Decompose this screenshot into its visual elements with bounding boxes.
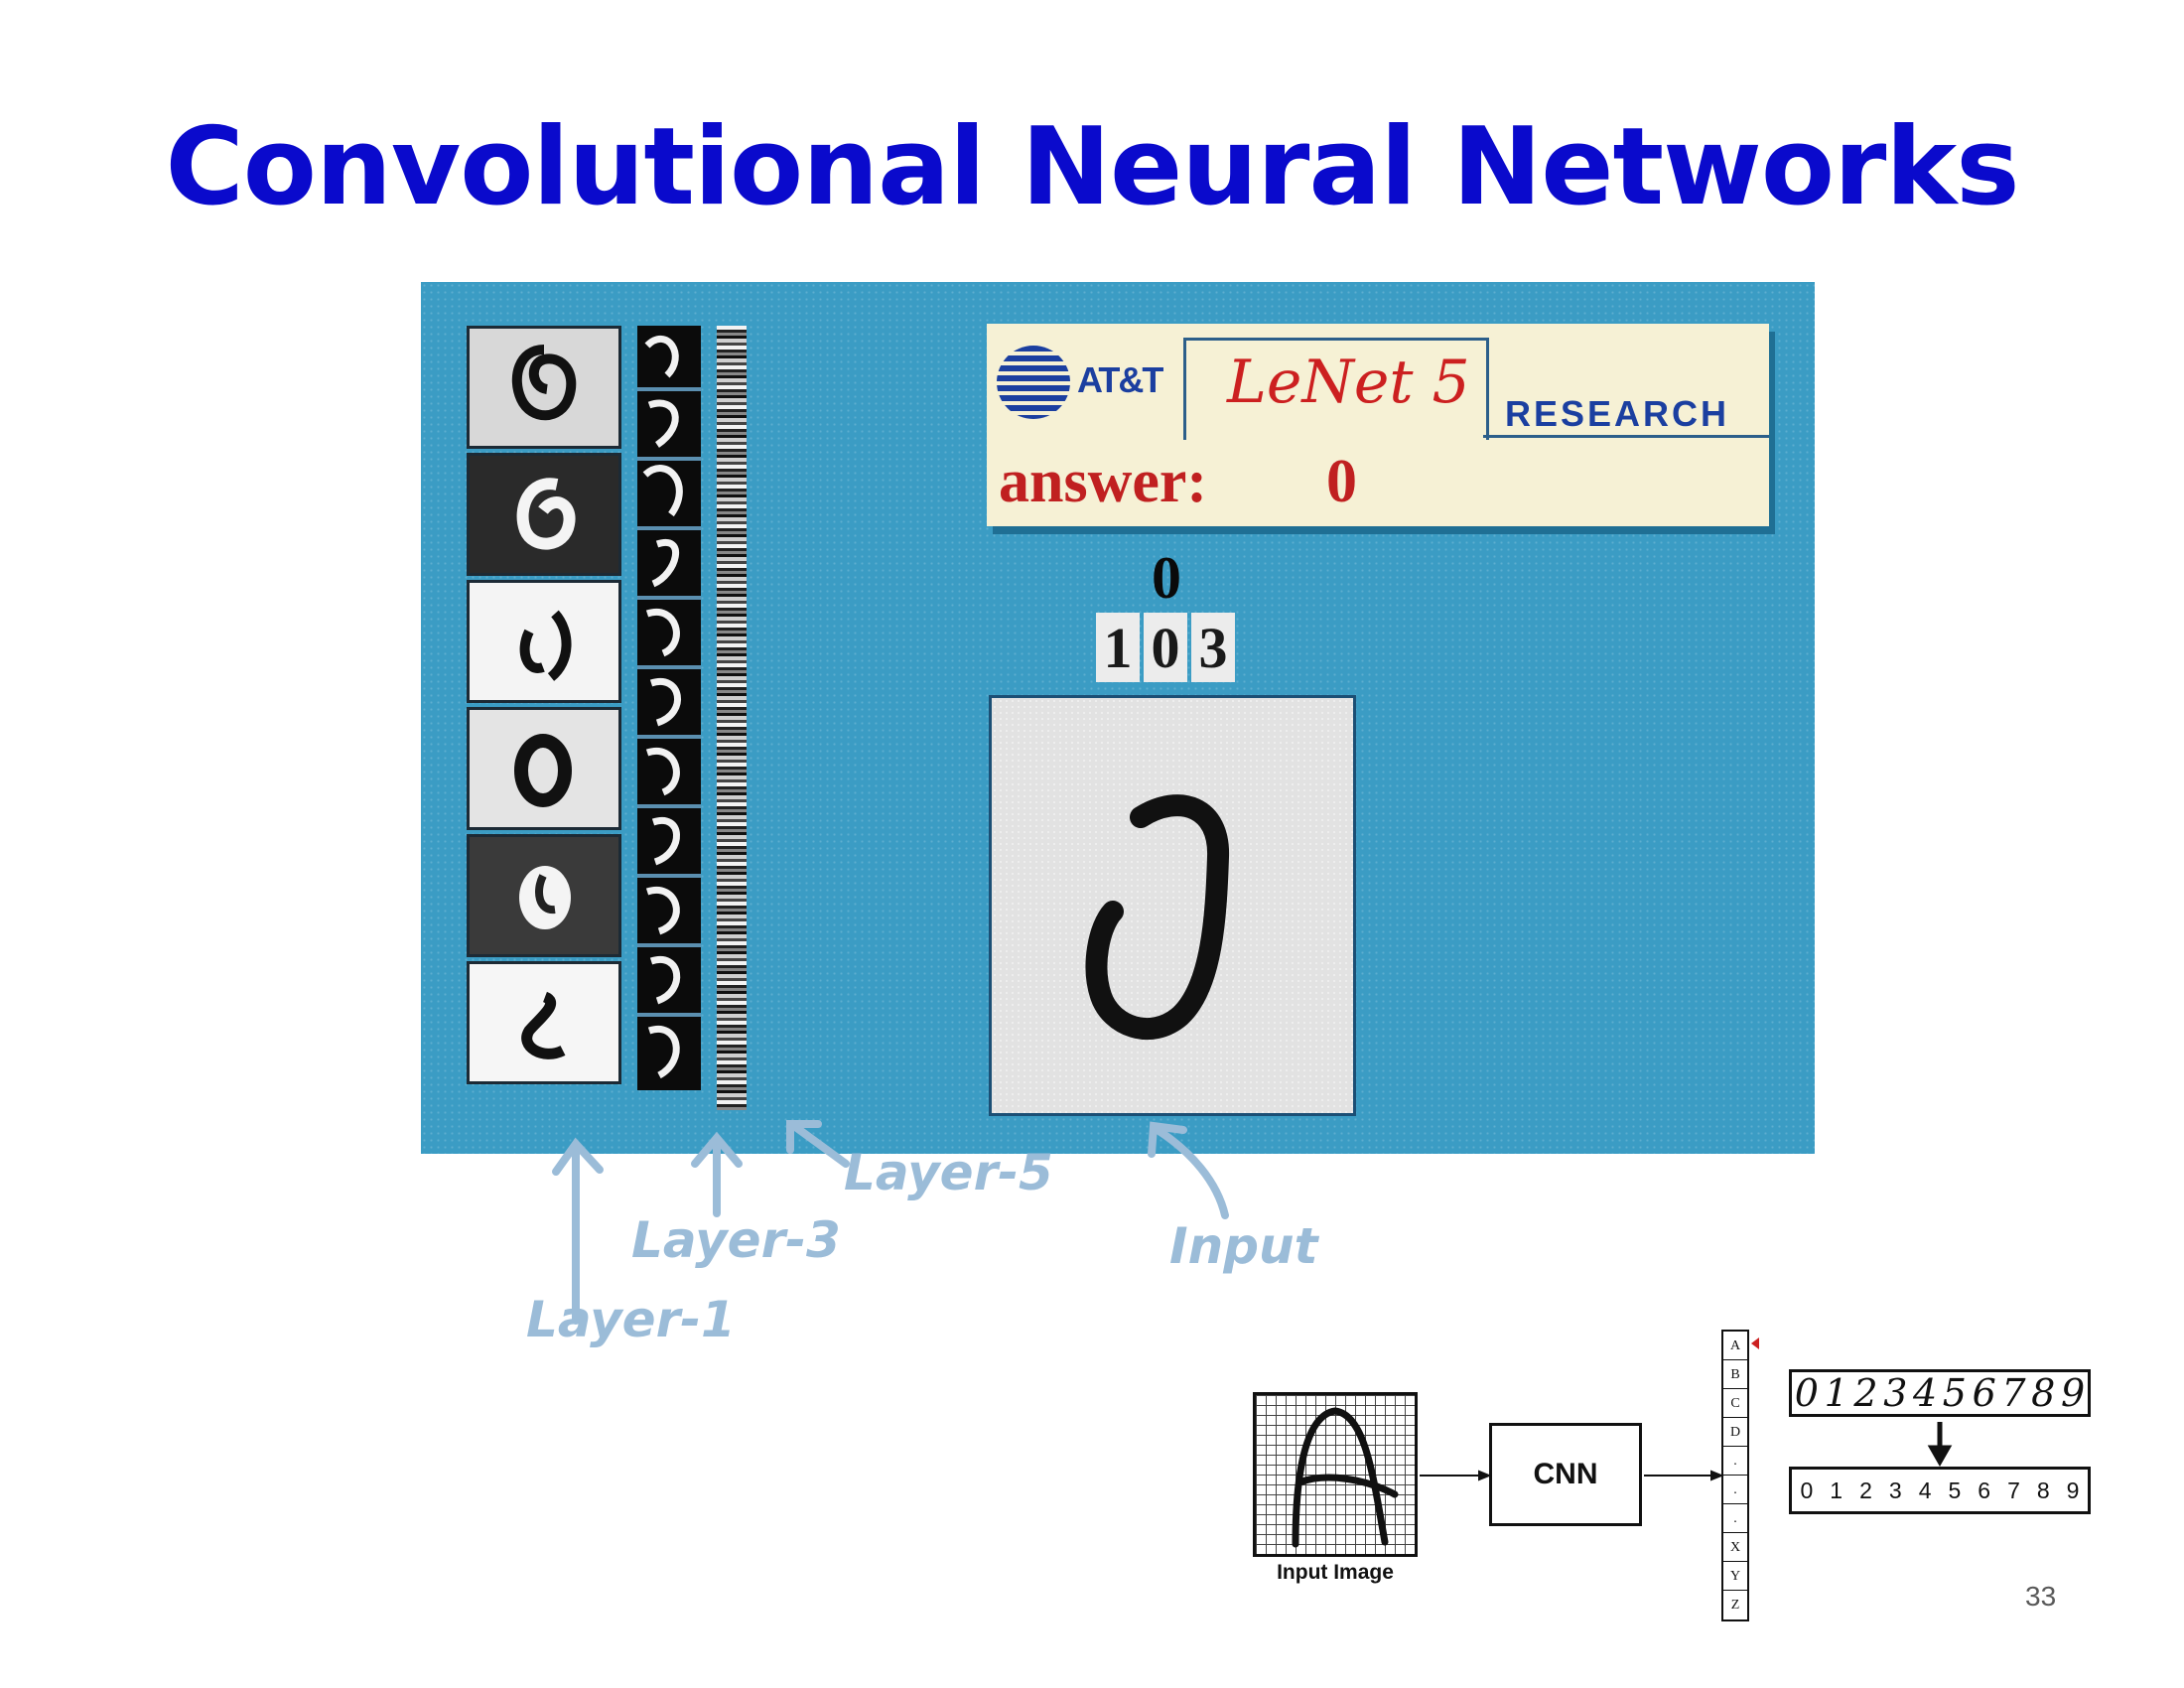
output-letter: X <box>1723 1533 1747 1562</box>
selection-marker-icon <box>1751 1337 1759 1349</box>
handwritten-digit: 8 <box>2031 1371 2056 1415</box>
handwritten-digit: 2 <box>1853 1371 1878 1415</box>
output-letter: Z <box>1730 1598 1740 1613</box>
output-letter: . <box>1723 1504 1747 1533</box>
printed-digit: 0 <box>1800 1477 1814 1503</box>
output-letter: . <box>1723 1476 1747 1504</box>
printed-digit: 4 <box>1918 1477 1932 1503</box>
output-letter: C <box>1723 1389 1747 1418</box>
handwritten-digit: 7 <box>2001 1371 2026 1415</box>
printed-digit: 2 <box>1859 1477 1872 1503</box>
printed-digit: 7 <box>2007 1477 2020 1503</box>
handwritten-digit: 4 <box>1912 1371 1938 1415</box>
output-letters-column: A B C D . . . X Y Z <box>1721 1330 1749 1621</box>
output-letter: A <box>1723 1332 1747 1360</box>
cnn-box: CNN <box>1489 1423 1642 1526</box>
handwritten-digit: 9 <box>2060 1371 2086 1415</box>
printed-digit: 8 <box>2036 1477 2050 1503</box>
handwritten-digits-row: 0 1 2 3 4 5 6 7 8 9 <box>1789 1369 2091 1417</box>
output-letter: Y <box>1723 1562 1747 1591</box>
handwritten-digit: 3 <box>1883 1371 1908 1415</box>
printed-digit: 9 <box>2066 1477 2080 1503</box>
handwritten-digit: 5 <box>1942 1371 1967 1415</box>
handwritten-digit: 1 <box>1824 1371 1848 1415</box>
printed-digit: 5 <box>1948 1477 1962 1503</box>
handwritten-digit: 6 <box>1972 1371 1996 1415</box>
output-letter: D <box>1723 1418 1747 1447</box>
pipeline-arrows <box>1420 1337 1953 1481</box>
handwritten-digit: 0 <box>1794 1371 1819 1415</box>
printed-digit: 3 <box>1888 1477 1902 1503</box>
output-letter: B <box>1723 1360 1747 1389</box>
printed-digits-row: 0 1 2 3 4 5 6 7 8 9 <box>1789 1467 2091 1514</box>
page-number: 33 <box>2025 1581 2057 1612</box>
output-letter: . <box>1723 1447 1747 1476</box>
printed-digit: 1 <box>1830 1477 1843 1503</box>
printed-digit: 6 <box>1978 1477 1991 1503</box>
